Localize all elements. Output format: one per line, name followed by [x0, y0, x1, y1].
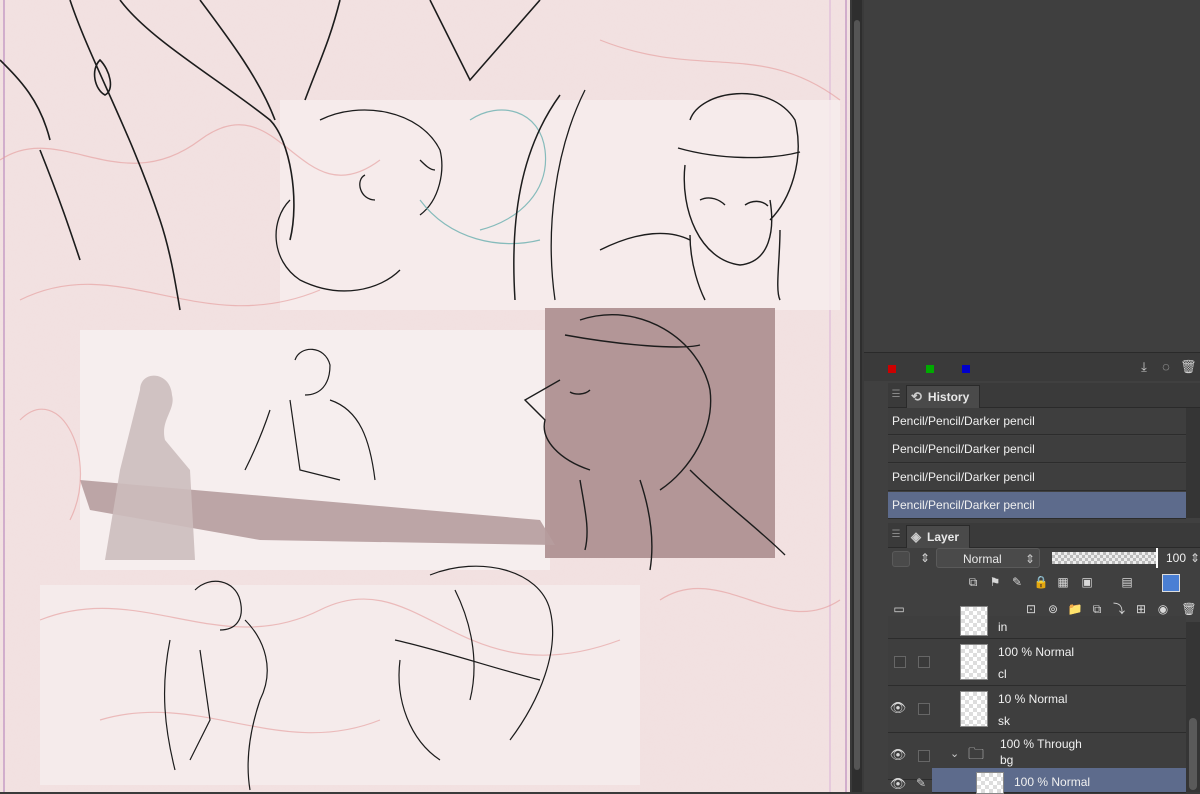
- layer-lock-toggle[interactable]: [918, 656, 930, 668]
- layer-visibility-toggle[interactable]: [894, 656, 906, 668]
- tab-layer-label: Layer: [927, 530, 960, 544]
- layers-icon: ◈: [911, 529, 921, 544]
- layer-name: sk: [998, 714, 1010, 728]
- layer-row[interactable]: in: [888, 606, 1186, 639]
- blend-mode-value: Normal: [963, 552, 1002, 566]
- layer-opacity-mode: 100 % Normal: [998, 645, 1075, 659]
- lock-icon[interactable]: 🔒: [1032, 573, 1050, 591]
- panel-grip-icon[interactable]: ☰: [888, 523, 904, 547]
- chevron-updown-icon[interactable]: ⇕: [916, 549, 934, 567]
- history-item[interactable]: Pencil/Pencil/Darker pencil: [888, 436, 1186, 463]
- layer-row[interactable]: 👁 10 % Normal sk: [888, 686, 1186, 733]
- opacity-slider-handle[interactable]: [1156, 548, 1158, 568]
- color-set-bar: ⤓ ◌ 🗑: [864, 352, 1200, 381]
- right-panel: ⤓ ◌ 🗑 ☰ ⟲ History Pencil/Pencil/Darker p…: [864, 0, 1200, 794]
- layer-thumbnail: [960, 644, 988, 680]
- history-item-label: Pencil/Pencil/Darker pencil: [892, 470, 1035, 484]
- layer-name: cl: [998, 667, 1007, 681]
- history-item-label: Pencil/Pencil/Darker pencil: [892, 498, 1035, 512]
- history-icon: ⟲: [911, 389, 922, 404]
- reference-layer-icon[interactable]: ⚑: [986, 573, 1004, 591]
- draft-layer-icon[interactable]: ✎: [1008, 573, 1026, 591]
- chevron-updown-icon: ⇕: [1024, 552, 1035, 566]
- history-scrollbar[interactable]: [1186, 408, 1200, 518]
- blend-mode-select[interactable]: Normal ⇕: [936, 548, 1040, 568]
- blue-swatch[interactable]: [962, 365, 970, 373]
- color-panel-area: [864, 0, 1200, 352]
- canvas-vertical-scrollbar[interactable]: [852, 0, 862, 792]
- layer-thumbnail: [960, 691, 988, 727]
- history-item-label: Pencil/Pencil/Darker pencil: [892, 442, 1035, 456]
- history-item[interactable]: Pencil/Pencil/Darker pencil: [888, 464, 1186, 491]
- layer-scroll-thumb[interactable]: [1189, 718, 1197, 790]
- tab-history[interactable]: ⟲ History: [906, 385, 981, 408]
- layer-name: bg: [1000, 753, 1014, 767]
- layer-row[interactable]: 100 % Normal cl: [888, 639, 1186, 686]
- lock-transparency-icon[interactable]: ▦: [1054, 573, 1072, 591]
- layer-lock-toggle[interactable]: [918, 703, 930, 715]
- layer-lock-toggle[interactable]: [918, 750, 930, 762]
- history-item-selected[interactable]: Pencil/Pencil/Darker pencil: [888, 492, 1186, 519]
- history-item[interactable]: Pencil/Pencil/Darker pencil: [888, 408, 1186, 435]
- layer-thumbnail: [960, 606, 988, 636]
- eye-icon[interactable]: 👁: [888, 776, 908, 792]
- opacity-slider[interactable]: [1052, 552, 1156, 564]
- clip-layer-icon[interactable]: ⧉: [964, 573, 982, 591]
- layer-color-chip[interactable]: [1162, 574, 1180, 592]
- mask-enable-icon[interactable]: ▣: [1078, 573, 1096, 591]
- layer-opacity-mode: 10 % Normal: [998, 692, 1068, 706]
- chevron-down-icon[interactable]: ⌄: [950, 747, 959, 760]
- opacity-value[interactable]: 100: [1166, 551, 1186, 565]
- chevron-updown-icon[interactable]: ⇕: [1186, 549, 1200, 567]
- eye-icon[interactable]: 👁: [888, 747, 908, 763]
- trash-icon[interactable]: 🗑: [1180, 359, 1197, 375]
- pen-icon[interactable]: ✎: [916, 776, 926, 790]
- layer-name: in: [998, 620, 1008, 634]
- tab-layer[interactable]: ◈ Layer: [906, 525, 971, 548]
- add-color-icon[interactable]: ◌: [1158, 359, 1174, 375]
- layer-opacity-mode: 100 % Normal: [1014, 775, 1091, 789]
- green-swatch[interactable]: [926, 365, 934, 373]
- comic-artwork: [0, 0, 850, 792]
- layer-row-selected[interactable]: 100 % Normal: [932, 768, 1186, 794]
- folder-icon: 🗀: [968, 746, 985, 763]
- panel-grip-icon[interactable]: ☰: [888, 383, 904, 407]
- layer-thumbnail: [976, 772, 1004, 794]
- red-swatch[interactable]: [888, 365, 896, 373]
- layer-color-box[interactable]: [892, 551, 910, 567]
- eye-icon[interactable]: 👁: [888, 700, 908, 716]
- ruler-icon[interactable]: ▤: [1118, 573, 1136, 591]
- history-item-label: Pencil/Pencil/Darker pencil: [892, 414, 1035, 428]
- import-color-icon[interactable]: ⤓: [1136, 359, 1152, 375]
- layer-opacity-mode: 100 % Through: [1000, 737, 1082, 751]
- layer-tabbar: ☰ ◈ Layer: [888, 523, 1200, 548]
- drawing-canvas[interactable]: [0, 0, 850, 792]
- layer-scrollbar[interactable]: [1186, 622, 1200, 792]
- history-tabbar: ☰ ⟲ History: [888, 383, 1200, 408]
- tab-history-label: History: [927, 390, 970, 404]
- canvas-scroll-thumb[interactable]: [854, 20, 860, 770]
